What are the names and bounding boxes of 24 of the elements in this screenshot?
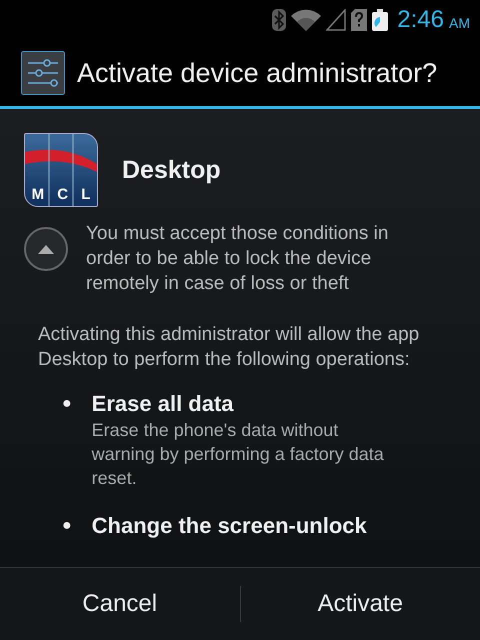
bluetooth-icon (272, 9, 286, 31)
bullet-icon: ● (62, 390, 72, 490)
clock-period: AM (449, 15, 470, 31)
intro-text: Activating this administrator will allow the app Desktop to perform the following operations: (38, 323, 420, 372)
operation-title: Erase all data (92, 390, 235, 418)
dialog-title: Activate device administrator? (77, 58, 438, 88)
logo-letter: L (81, 186, 90, 203)
operation-title: Change the screen-unlock (92, 512, 367, 540)
caret-icon (36, 243, 56, 255)
dialog-button[interactable]: Activate (240, 568, 480, 640)
logo-letter: M (32, 186, 44, 203)
collapse-toggle[interactable] (24, 227, 68, 271)
description-text: You must accept those conditions in order to be able to lock the device remotely in case of loss or theft (86, 222, 390, 296)
clock-time: 2:46 (397, 6, 444, 34)
dialog-button[interactable]: Cancel (0, 568, 240, 640)
logo-letter: C (57, 186, 68, 203)
app-name: Desktop (122, 156, 221, 184)
bullet-icon: ● (62, 512, 72, 540)
settings-sliders-icon (21, 51, 65, 95)
signal-icon (326, 9, 346, 31)
wifi-icon (291, 9, 322, 31)
operation-detail: Erase the phone's data without warning by performing a factory data reset. (92, 419, 385, 490)
battery-icon (372, 9, 388, 31)
sim-unknown-icon (351, 9, 368, 31)
